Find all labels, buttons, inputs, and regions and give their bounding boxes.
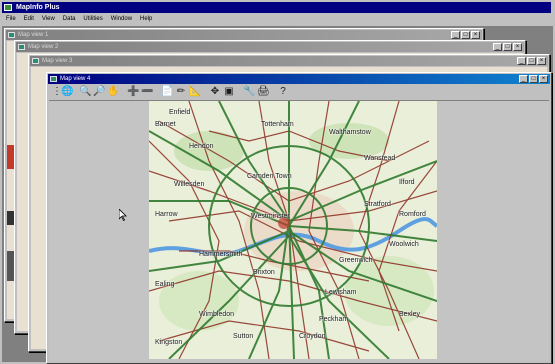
map-canvas[interactable]: Enfield Tottenham Walthamstow Hendon Wan… [49, 101, 549, 361]
place-label: Stratford [364, 201, 391, 208]
place-label: Barnet [155, 121, 176, 128]
place-label: Sutton [233, 333, 254, 340]
window-4-title: Map view 4 [60, 76, 91, 82]
close-icon[interactable]: × [513, 43, 522, 51]
place-label: Hendon [189, 143, 214, 150]
pan-hand-tool[interactable]: ✋ [107, 86, 119, 98]
close-icon[interactable]: × [539, 75, 548, 83]
place-label: Kingston [155, 339, 183, 346]
window-2-title: Map view 2 [28, 44, 59, 50]
window-4-titlebar[interactable]: Map view 4 _ □ × [48, 74, 550, 84]
minimize-icon[interactable]: _ [451, 31, 460, 39]
globe-tool[interactable]: 🌐 [61, 86, 73, 98]
menu-data[interactable]: Data [63, 14, 76, 25]
place-label: Enfield [169, 109, 191, 116]
place-label: Wimbledon [199, 311, 235, 318]
link-tool[interactable]: 🔧 [243, 86, 255, 98]
app-icon [4, 4, 12, 11]
map-window-4[interactable]: Map view 4 _ □ × ⋮ 🌐 🔍 🔎 ✋ ➕ ➖ 📄 ✏ 📐 ✥ ▣ 🔧 [46, 72, 552, 364]
place-label: Ilford [399, 179, 415, 186]
remove-tool[interactable]: ➖ [141, 86, 153, 98]
add-tool[interactable]: ➕ [127, 86, 139, 98]
place-label: Camden Town [247, 173, 292, 180]
select-area-tool[interactable]: ▣ [223, 86, 235, 98]
menu-window[interactable]: Window [111, 14, 132, 25]
place-label: Ealing [155, 281, 175, 288]
zoom-out-tool[interactable]: 🔎 [93, 86, 105, 98]
map-window-icon [18, 44, 25, 50]
london-map[interactable]: Enfield Tottenham Walthamstow Hendon Wan… [149, 101, 437, 359]
menu-bar: File Edit View Data Utilities Window Hel… [2, 14, 551, 25]
window-1-title: Map view 1 [18, 32, 49, 38]
place-label: Willesden [174, 181, 205, 188]
arrow-cursor-icon [118, 208, 127, 223]
window-3-titlebar[interactable]: Map view 3 _ □ × [30, 56, 548, 66]
move-tool[interactable]: ✥ [209, 86, 221, 98]
document-tool[interactable]: 📄 [161, 86, 173, 98]
place-label: Walthamstow [329, 129, 371, 136]
place-label: Romford [399, 211, 426, 218]
place-label: Bexley [399, 311, 421, 318]
minimize-icon[interactable]: _ [517, 57, 526, 65]
help-tool[interactable]: ? [277, 86, 289, 98]
zoom-in-tool[interactable]: 🔍 [79, 86, 91, 98]
window-2-titlebar[interactable]: Map view 2 _ □ × [16, 42, 524, 52]
maximize-icon[interactable]: □ [503, 43, 512, 51]
close-icon[interactable]: × [537, 57, 546, 65]
measure-tool[interactable]: 📐 [189, 86, 201, 98]
window-3-title: Map view 3 [42, 58, 73, 64]
mapinfo-app-window: MapInfo Plus File Edit View Data Utiliti… [0, 0, 555, 364]
place-label: Lewisham [325, 289, 357, 296]
place-label: Brixton [253, 269, 275, 276]
map-window-icon [8, 32, 15, 38]
app-titlebar[interactable]: MapInfo Plus [2, 2, 551, 13]
place-label: Croydon [299, 333, 326, 340]
place-label: Tottenham [261, 121, 294, 128]
close-icon[interactable]: × [471, 31, 480, 39]
maximize-icon[interactable]: □ [529, 75, 538, 83]
menu-view[interactable]: View [42, 14, 55, 25]
maximize-icon[interactable]: □ [527, 57, 536, 65]
maximize-icon[interactable]: □ [461, 31, 470, 39]
menu-edit[interactable]: Edit [24, 14, 34, 25]
menu-help[interactable]: Help [140, 14, 152, 25]
draw-tool[interactable]: ✏ [175, 86, 187, 98]
place-label: Peckham [319, 316, 349, 323]
minimize-icon[interactable]: _ [493, 43, 502, 51]
print-tool[interactable]: 🖨 [257, 86, 270, 98]
app-title: MapInfo Plus [16, 4, 60, 11]
minimize-icon[interactable]: _ [519, 75, 528, 83]
place-label: Westminster [251, 213, 290, 220]
place-label: Harrow [155, 211, 178, 218]
mdi-workspace: Map view 1 _ □ × Map view 2 _ □ × Map vi… [2, 26, 553, 364]
map-window-icon [32, 58, 39, 64]
menu-file[interactable]: File [6, 14, 16, 25]
place-label: Woolwich [389, 241, 419, 248]
place-label: Wanstead [364, 155, 396, 162]
road-network [149, 101, 437, 359]
place-label: Greenwich [339, 257, 373, 264]
map-toolbar: ⋮ 🌐 🔍 🔎 ✋ ➕ ➖ 📄 ✏ 📐 ✥ ▣ 🔧 🖨 ? [49, 85, 549, 101]
map-window-icon [50, 76, 57, 82]
place-label: Hammersmith [199, 251, 243, 258]
window-1-titlebar[interactable]: Map view 1 _ □ × [6, 30, 482, 40]
menu-utilities[interactable]: Utilities [83, 14, 102, 25]
